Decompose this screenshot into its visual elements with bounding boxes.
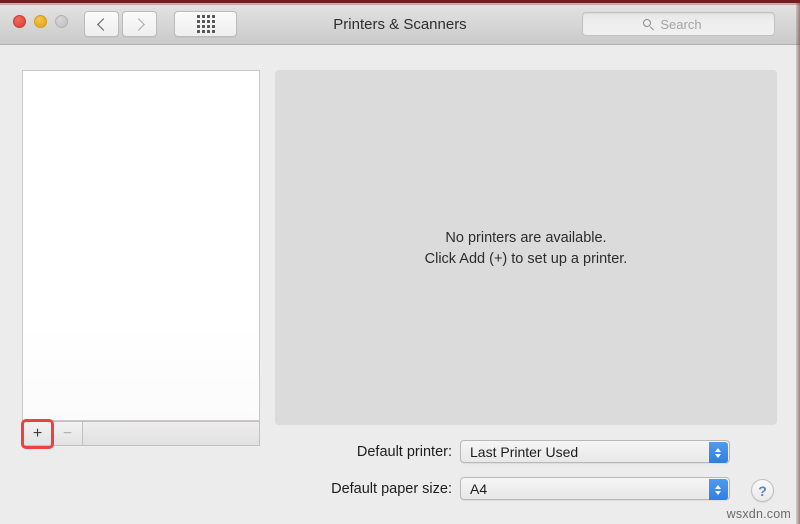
help-button[interactable]: ? — [751, 479, 774, 502]
watermark-text: wsxdn.com — [726, 507, 791, 521]
search-icon — [643, 18, 655, 30]
back-button[interactable] — [84, 11, 119, 37]
window-titlebar: Printers & Scanners Search — [0, 4, 800, 45]
default-printer-value: Last Printer Used — [470, 443, 579, 460]
default-paper-size-value: A4 — [470, 480, 488, 497]
grid-dots-icon — [196, 15, 215, 33]
printer-detail-panel: No printers are available. Click Add (+)… — [275, 70, 777, 425]
default-paper-size-stepper-icon[interactable] — [709, 479, 728, 500]
forward-button[interactable] — [122, 11, 157, 37]
empty-state-line-1: No printers are available. — [445, 230, 607, 246]
navigation-buttons — [84, 11, 157, 37]
annotation-top-edge-fade — [0, 3, 800, 5]
empty-state-line-2: Click Add (+) to set up a printer. — [424, 251, 628, 267]
close-button[interactable] — [13, 15, 26, 28]
default-printer-stepper-icon[interactable] — [709, 442, 728, 463]
default-printer-popup[interactable]: Last Printer Used — [460, 440, 730, 463]
printer-list[interactable] — [22, 70, 260, 421]
chevron-right-icon — [131, 17, 145, 31]
show-all-preferences-button[interactable] — [174, 11, 237, 37]
default-paper-size-label: Default paper size: — [331, 480, 452, 497]
search-placeholder: Search — [660, 16, 702, 32]
traffic-lights — [13, 15, 68, 28]
default-paper-size-row: Default paper size: A4 — [0, 477, 730, 500]
default-printer-row: Default printer: Last Printer Used — [0, 440, 730, 463]
preference-pane-content: + − No printers are available. Click Add… — [0, 45, 800, 524]
search-field[interactable]: Search — [582, 12, 775, 36]
chevron-left-icon — [96, 17, 110, 31]
minimize-button[interactable] — [34, 15, 47, 28]
default-paper-size-popup[interactable]: A4 — [460, 477, 730, 500]
annotation-right-edge — [796, 0, 800, 524]
default-printer-label: Default printer: — [356, 443, 452, 460]
zoom-button — [55, 15, 68, 28]
printers-and-scanners-window: Printers & Scanners Search + − No printe… — [0, 0, 800, 524]
empty-state-message: No printers are available. Click Add (+)… — [275, 228, 777, 270]
